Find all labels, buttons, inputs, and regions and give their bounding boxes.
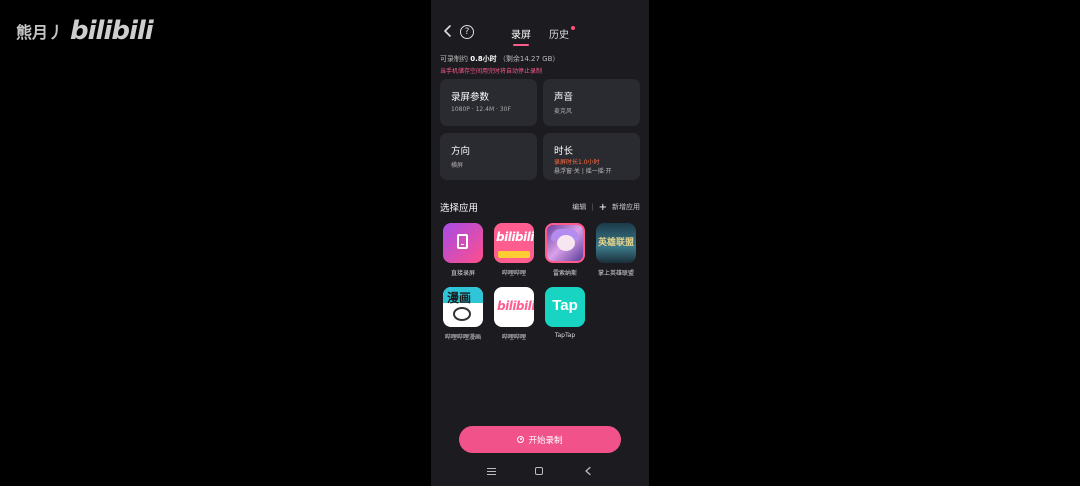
bilibili-logo: bilibili — [70, 16, 154, 46]
card-title: 时长 — [554, 146, 574, 157]
divider: | — [591, 203, 594, 211]
tab-record-label: 录屏 — [511, 30, 531, 41]
app-item[interactable]: 英雄联盟 掌上英雄联盟 — [591, 223, 641, 277]
app-label: 掌上英雄联盟 — [597, 270, 634, 277]
watermark-user: 熊月丿 — [16, 23, 65, 42]
storage-remaining: （剩余14.27 GB） — [498, 55, 560, 63]
home-icon[interactable] — [535, 467, 543, 475]
app-label: 哔哩哔哩漫画 — [444, 334, 481, 341]
tab-record[interactable]: 录屏 — [511, 26, 531, 46]
record-icon — [517, 436, 525, 443]
lol-icon: 英雄联盟 — [596, 223, 636, 263]
card-value: 悬浮窗·关 | 摇一摇·开 — [554, 168, 612, 175]
card-title: 录屏参数 — [451, 92, 490, 103]
app-item[interactable]: Tap TapTap — [540, 287, 590, 339]
app-label: 哔哩哔哩 — [501, 270, 526, 277]
app-item[interactable]: bilibili 哔哩哔哩 — [489, 287, 539, 341]
app-item[interactable]: 漫画 哔哩哔哩漫画 — [438, 287, 488, 341]
add-app-button[interactable]: 新增应用 — [612, 202, 640, 212]
section-actions: 编辑 | + 新增应用 — [572, 202, 640, 212]
edit-button[interactable]: 编辑 — [572, 202, 586, 212]
app-item[interactable]: bilibili 哔哩哔哩 — [489, 223, 539, 277]
card-value: 1080P · 12.4M · 30F — [451, 106, 511, 113]
card-value: 麦克风 — [554, 108, 573, 115]
storage-warning: 当手机储存空间用完时将自动停止录制 — [440, 68, 543, 75]
app-label: 哔哩哔哩 — [501, 334, 526, 341]
app-item[interactable]: 直接录屏 — [438, 223, 488, 277]
app-item[interactable]: 雷索纳斯 — [540, 223, 590, 277]
manga-icon: 漫画 — [443, 287, 483, 327]
watermark: 熊月丿 bilibili — [16, 16, 154, 46]
storage-prefix: 可录制约 — [440, 55, 468, 63]
menu-icon[interactable] — [487, 468, 496, 476]
plus-icon[interactable]: + — [599, 202, 607, 212]
taptap-icon: Tap — [545, 287, 585, 327]
anime-game-icon — [545, 223, 585, 263]
tab-history-label: 历史 — [549, 30, 569, 41]
card-title: 声音 — [554, 92, 574, 103]
card-value: 横屏 — [451, 162, 464, 169]
card-record-params[interactable]: 录屏参数 1080P · 12.4M · 30F — [440, 79, 537, 126]
tab-history[interactable]: 历史 — [549, 26, 575, 41]
card-sound[interactable]: 声音 麦克风 — [543, 79, 640, 126]
system-nav-bar — [431, 462, 649, 482]
app-label: 雷索纳斯 — [552, 270, 577, 277]
active-tab-indicator — [513, 44, 529, 46]
start-button-label: 开始录制 — [528, 435, 563, 446]
notification-dot — [571, 26, 575, 30]
phone-screen: ? 录屏 历史 可录制约 0.8小时 （剩余14.27 GB） 当手机储存空间用… — [431, 0, 649, 486]
storage-duration: 0.8小时 — [470, 55, 497, 63]
app-label: 直接录屏 — [450, 270, 475, 277]
back-arrow-icon[interactable] — [441, 24, 455, 38]
bilibili-concept-icon: bilibili — [494, 223, 534, 263]
card-duration[interactable]: 时长 录屏时长1.0小时 悬浮窗·关 | 摇一摇·开 — [543, 133, 640, 180]
card-value-highlight: 录屏时长1.0小时 — [554, 159, 600, 166]
bilibili-icon: bilibili — [494, 287, 534, 327]
help-icon[interactable]: ? — [460, 25, 474, 39]
card-title: 方向 — [451, 146, 471, 157]
section-title: 选择应用 — [440, 203, 479, 214]
card-orientation[interactable]: 方向 横屏 — [440, 133, 537, 180]
app-label: TapTap — [554, 332, 576, 339]
start-recording-button[interactable]: 开始录制 — [459, 426, 621, 453]
storage-info: 可录制约 0.8小时 （剩余14.27 GB） — [440, 54, 559, 64]
nav-back-icon[interactable] — [583, 466, 593, 476]
screen-record-icon — [443, 223, 483, 263]
top-bar: ? 录屏 历史 — [431, 22, 649, 46]
